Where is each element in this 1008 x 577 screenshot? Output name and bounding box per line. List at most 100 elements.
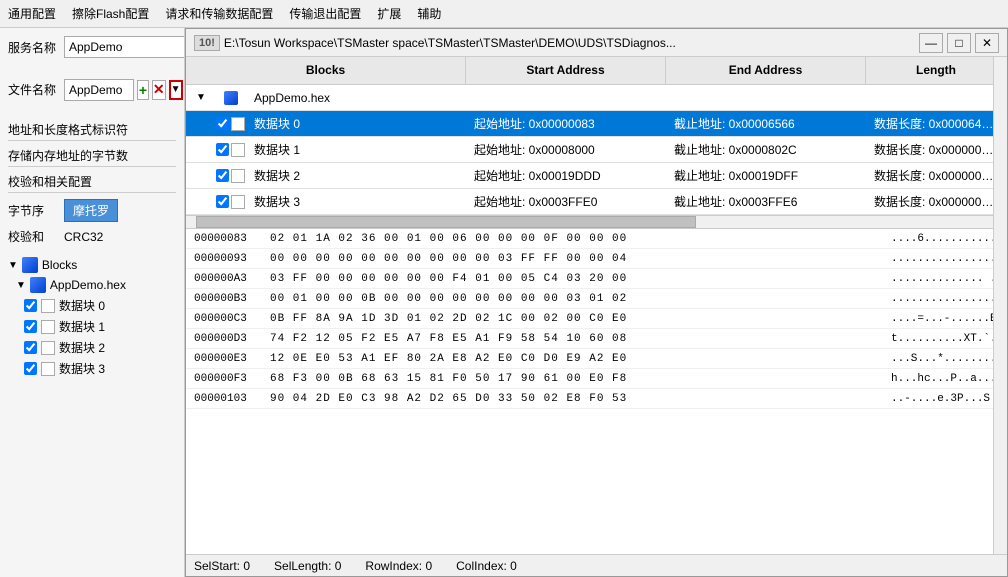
crc-label: 校验和 [8,228,58,245]
store-address-section: 存储内存地址的字节数 [8,147,176,167]
row2-checkbox[interactable] [216,169,229,182]
block3-label: 数据块 3 [59,360,105,377]
h-scrollbar[interactable] [186,215,1007,229]
left-file-name: AppDemo.hex [50,278,126,292]
block0-checkbox[interactable] [24,299,37,312]
left-block-0: 数据块 0 [8,295,176,316]
block2-label: 数据块 2 [59,339,105,356]
content-area: 服务名称 文件名称 + ✕ ▼ 隐藏删除按键 地址和长度格式标识符 [0,28,1008,577]
row2-name: 数据块 2 [246,165,466,186]
row1-checkbox[interactable] [216,143,229,156]
left-blocks-tree: ▼ Blocks ▼ AppDemo.hex 数据块 0 [8,255,176,379]
main-window: 通用配置 擦除Flash配置 请求和传输数据配置 传输退出配置 扩展 辅助 服务… [0,0,1008,577]
menu-transfer-exit[interactable]: 传输退出配置 [289,5,361,22]
hex-bytes-8: 90 04 2D E0 C3 98 A2 D2 65 D0 33 50 02 E… [266,393,887,405]
hex-bytes-5: 74 F2 12 05 F2 E5 A7 F8 E5 A1 F9 58 54 1… [266,333,887,345]
left-block-1: 数据块 1 [8,316,176,337]
hex-addr-5: 000000D3 [186,333,266,345]
v-scrollbar[interactable] [993,57,1007,554]
address-format-section: 地址和长度格式标识符 [8,121,176,141]
menu-request-transfer[interactable]: 请求和传输数据配置 [165,5,273,22]
row2-expand [186,174,216,178]
row-index-status: RowIndex: 0 [365,559,432,573]
h-scroll-thumb[interactable] [196,216,696,228]
hex-line-5: 000000D374 F2 12 05 F2 E5 A7 F8 E5 A1 F9… [186,329,1007,349]
modal-controls: — □ ✕ [919,33,999,53]
table-row-1[interactable]: 数据块 1 起始地址: 0x00008000 截止地址: 0x0000802C … [186,137,1007,163]
byte-order-button[interactable]: 摩托罗 [64,199,118,222]
block0-icon [41,299,55,313]
hex-line-2: 000000A303 FF 00 00 00 00 00 00 F4 01 00… [186,269,1007,289]
block3-icon [41,362,55,376]
menu-extend[interactable]: 扩展 [377,5,401,22]
crc-row: 校验和 CRC32 [8,228,176,245]
row3-end: 截止地址: 0x0003FFE6 [666,191,866,212]
hex-line-8: 0000010390 04 2D E0 C3 98 A2 D2 65 D0 33… [186,389,1007,409]
service-name-input[interactable] [64,36,185,58]
hex-addr-7: 000000F3 [186,373,266,385]
file-dropdown-button[interactable]: ▼ [169,80,183,100]
byte-order-label: 字节序 [8,202,58,219]
table-row-3[interactable]: 数据块 3 起始地址: 0x0003FFE0 截止地址: 0x0003FFE6 … [186,189,1007,215]
sel-start-status: SelStart: 0 [194,559,250,573]
hex-bytes-4: 0B FF 8A 9A 1D 3D 01 02 2D 02 1C 00 02 0… [266,313,887,325]
table-row-0[interactable]: 数据块 0 起始地址: 0x00000083 截止地址: 0x00006566 … [186,111,1007,137]
add-file-button[interactable]: + [137,80,149,100]
file-icon [30,277,46,293]
file-header-row: ▼ AppDemo.hex [186,85,1007,111]
menu-assist[interactable]: 辅助 [417,5,441,22]
modal-close-button[interactable]: ✕ [975,33,999,53]
row2-icon [231,169,245,183]
service-name-row: 服务名称 [8,36,176,58]
row0-icon [231,117,245,131]
row2-start: 起始地址: 0x00019DDD [466,165,666,186]
col-header-blocks: Blocks [186,57,466,84]
row3-checkbox[interactable] [216,195,229,208]
menu-erase-flash[interactable]: 擦除Flash配置 [72,5,149,22]
hex-chars-2: .............. . [887,273,1007,285]
right-area: 10! E:\Tosun Workspace\TSMaster space\TS… [185,28,1008,577]
block2-checkbox[interactable] [24,341,37,354]
left-block-3: 数据块 3 [8,358,176,379]
table-rows: ▼ AppDemo.hex 数据块 0 [186,85,1007,215]
hex-addr-3: 000000B3 [186,293,266,305]
hex-line-7: 000000F368 F3 00 0B 68 63 15 81 F0 50 17… [186,369,1007,389]
hex-dump-area: 0000008302 01 1A 02 36 00 01 00 06 00 00… [186,229,1007,554]
hex-chars-6: ...S...*........ [887,353,1007,365]
byte-order-row: 字节序 摩托罗 [8,199,176,222]
left-block-2: 数据块 2 [8,337,176,358]
row1-name: 数据块 1 [246,139,466,160]
file-expand-icon[interactable]: ▼ [16,280,26,291]
column-headers: Blocks Start Address End Address Length [186,57,1007,85]
block1-checkbox[interactable] [24,320,37,333]
file-row-icon [224,91,238,105]
modal-title-text: E:\Tosun Workspace\TSMaster space\TSMast… [224,36,915,50]
remove-file-button[interactable]: ✕ [152,80,166,100]
file-row-expand[interactable]: ▼ [186,90,216,105]
row0-checkbox[interactable] [216,117,229,130]
modal-restore-button[interactable]: □ [947,33,971,53]
block1-icon [41,320,55,334]
table-row-2[interactable]: 数据块 2 起始地址: 0x00019DDD 截止地址: 0x00019DFF … [186,163,1007,189]
row2-check-cell [216,169,246,183]
block3-checkbox[interactable] [24,362,37,375]
row1-check-cell [216,143,246,157]
sel-length-status: SelLength: 0 [274,559,341,573]
hex-chars-4: ....=...-......E [887,313,1007,325]
row3-start: 起始地址: 0x0003FFE0 [466,191,666,212]
file-name-input[interactable] [64,79,134,101]
blocks-expand-icon[interactable]: ▼ [8,260,18,271]
hex-addr-8: 00000103 [186,393,266,405]
row3-length: 数据长度: 0x00000007=77 [866,191,1007,212]
block1-label: 数据块 1 [59,318,105,335]
hex-chars-7: h...hc...P..a... [887,373,1007,385]
left-file-node: ▼ AppDemo.hex [8,275,176,295]
modal-minimize-button[interactable]: — [919,33,943,53]
row3-icon [231,195,245,209]
row1-start: 起始地址: 0x00008000 [466,139,666,160]
row0-start: 起始地址: 0x00000083 [466,113,666,134]
row3-expand [186,200,216,204]
hex-line-4: 000000C30B FF 8A 9A 1D 3D 01 02 2D 02 1C… [186,309,1007,329]
col-header-start: Start Address [466,57,666,84]
menu-general-config[interactable]: 通用配置 [8,5,56,22]
